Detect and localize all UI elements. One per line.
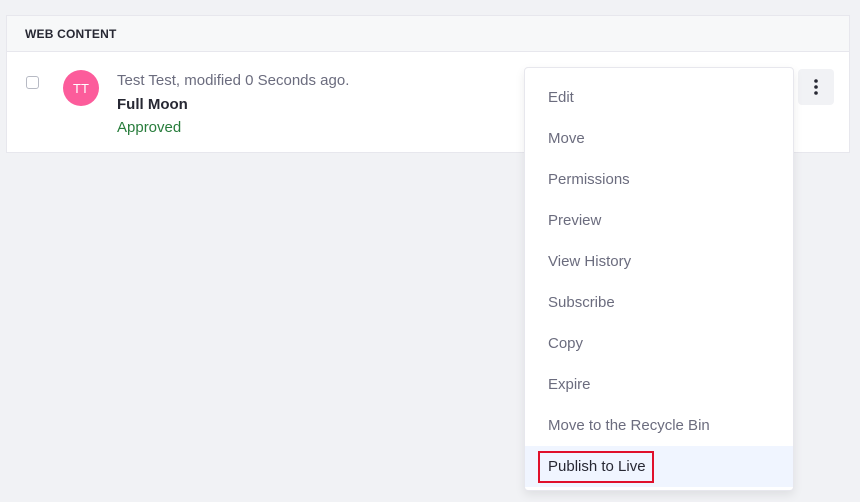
actions-button[interactable] xyxy=(798,69,834,105)
menu-item-permissions[interactable]: Permissions xyxy=(525,159,793,200)
menu-item-preview[interactable]: Preview xyxy=(525,200,793,241)
menu-item-subscribe[interactable]: Subscribe xyxy=(525,282,793,323)
avatar: TT xyxy=(63,70,99,106)
menu-item-copy[interactable]: Copy xyxy=(525,323,793,364)
publish-to-live-label: Publish to Live xyxy=(538,450,654,483)
ellipsis-vertical-icon xyxy=(814,79,818,95)
row-checkbox[interactable] xyxy=(26,76,39,89)
menu-item-move[interactable]: Move xyxy=(525,118,793,159)
actions-dropdown-menu: Edit Move Permissions Preview View Histo… xyxy=(524,67,794,491)
menu-item-edit[interactable]: Edit xyxy=(525,77,793,118)
entry-title[interactable]: Full Moon xyxy=(117,95,188,115)
entry-meta: Test Test, modified 0 Seconds ago. xyxy=(117,72,350,89)
panel-header: WEB CONTENT xyxy=(7,16,849,52)
menu-item-move-to-recycle-bin[interactable]: Move to the Recycle Bin xyxy=(525,405,793,446)
menu-item-expire[interactable]: Expire xyxy=(525,364,793,405)
menu-item-publish-to-live[interactable]: Publish to Live xyxy=(525,446,793,487)
menu-item-view-history[interactable]: View History xyxy=(525,241,793,282)
status-label: Approved xyxy=(117,119,182,136)
